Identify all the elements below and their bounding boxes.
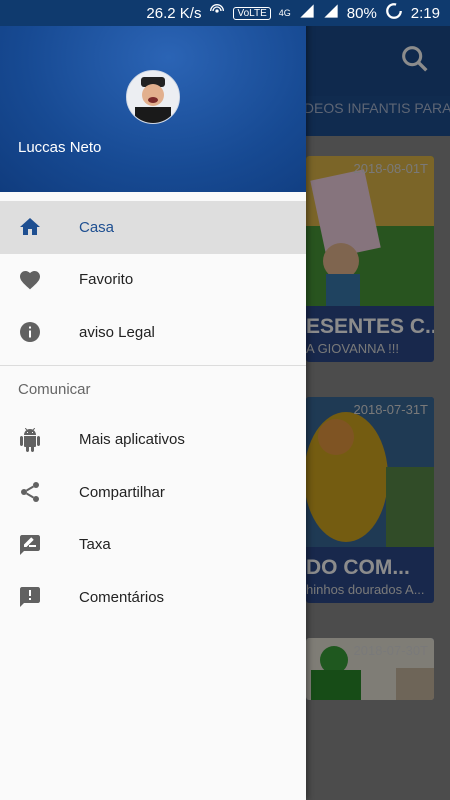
menu-item-favorito[interactable]: Favorito <box>0 254 306 307</box>
menu-item-label: Taxa <box>79 536 111 554</box>
status-bar: 26.2 K/s VoLTE 4G 80% 2:19 <box>0 0 450 26</box>
menu-item-label: aviso Legal <box>79 323 155 341</box>
username: Luccas Neto <box>18 139 102 156</box>
volte-badge: VoLTE <box>233 6 271 20</box>
menu-item-comentarios[interactable]: Comentários <box>0 571 306 624</box>
heart-icon <box>18 268 42 292</box>
share-icon <box>18 480 42 504</box>
feedback-icon <box>18 585 42 609</box>
rate-icon <box>18 533 42 557</box>
menu-item-compartilhar[interactable]: Compartilhar <box>0 466 306 519</box>
menu-item-label: Comentários <box>79 588 165 606</box>
menu-item-label: Casa <box>79 218 115 236</box>
menu-item-aviso-legal[interactable]: aviso Legal <box>0 306 306 359</box>
clock: 2:19 <box>410 4 440 22</box>
home-icon <box>18 215 42 239</box>
menu-item-mais-aplicativos[interactable]: Mais aplicativos <box>0 414 306 467</box>
signal-icon <box>299 3 315 23</box>
section-title: Comunicar <box>18 381 91 398</box>
android-icon <box>18 427 42 452</box>
drawer-menu: Casa Favorito aviso Legal Comunicar Mais… <box>0 201 306 624</box>
menu-item-label: Mais aplicativos <box>79 431 185 449</box>
battery-icon <box>385 2 403 24</box>
menu-item-label: Compartilhar <box>79 483 165 501</box>
navigation-drawer: Luccas Neto Casa Favorito aviso Legal Co… <box>0 0 306 800</box>
network-speed: 26.2 K/s <box>146 4 202 22</box>
avatar[interactable] <box>126 70 180 124</box>
menu-item-casa[interactable]: Casa <box>0 201 306 254</box>
menu-item-label: Favorito <box>79 271 134 289</box>
info-icon <box>18 320 42 344</box>
battery-level: 80% <box>346 4 377 22</box>
signal-icon-2 <box>323 3 339 23</box>
menu-item-taxa[interactable]: Taxa <box>0 519 306 572</box>
network-type: 4G <box>278 8 291 18</box>
drawer-header: Luccas Neto <box>0 0 306 192</box>
hotspot-icon <box>209 3 225 23</box>
